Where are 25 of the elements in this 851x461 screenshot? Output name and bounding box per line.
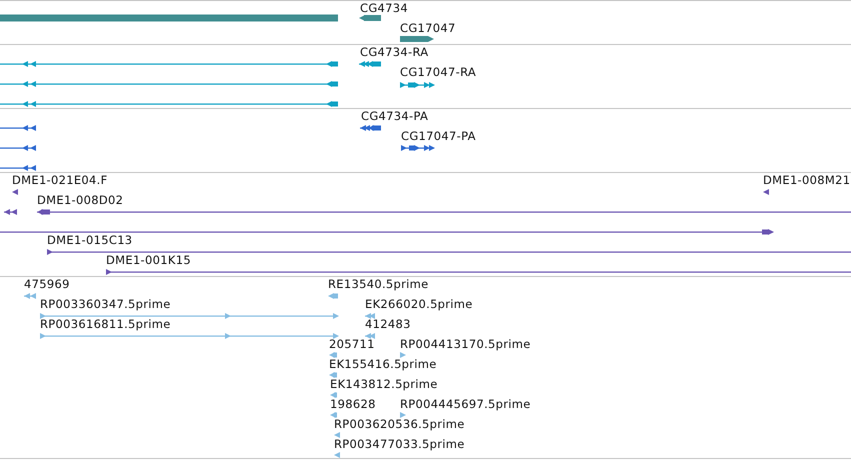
feature-label: RP003616811.5prime (40, 318, 171, 331)
feature-label: DME1-008M21 (763, 174, 850, 187)
feature-label: 412483 (365, 318, 411, 331)
feature-label: DME1-021E04.F (12, 174, 108, 187)
feature-label: DME1-008D02 (37, 194, 124, 207)
feature-label: RP003477033.5prime (334, 438, 465, 451)
feature-label: CG17047 (400, 22, 456, 35)
feature-label: 205711 (329, 338, 375, 351)
feature-label: 198628 (330, 398, 376, 411)
feature-label: RP003620536.5prime (334, 418, 465, 431)
feature-label: EK155416.5prime (329, 358, 437, 371)
feature-label: CG4734 (360, 2, 408, 15)
feature-label: DME1-015C13 (47, 234, 132, 247)
feature-label: 475969 (24, 278, 70, 291)
feature-label: CG17047-RA (400, 66, 476, 79)
feature-label: EK266020.5prime (365, 298, 473, 311)
feature-label: CG17047-PA (401, 130, 476, 143)
feature-label: RP004413170.5prime (400, 338, 531, 351)
feature-label: RP004445697.5prime (400, 398, 531, 411)
feature-label: CG4734-PA (361, 110, 428, 123)
feature-label: DME1-001K15 (106, 254, 191, 267)
feature-label: RP003360347.5prime (40, 298, 171, 311)
feature-label: RE13540.5prime (328, 278, 429, 291)
feature-label: CG4734-RA (360, 46, 428, 59)
feature-label: EK143812.5prime (330, 378, 438, 391)
